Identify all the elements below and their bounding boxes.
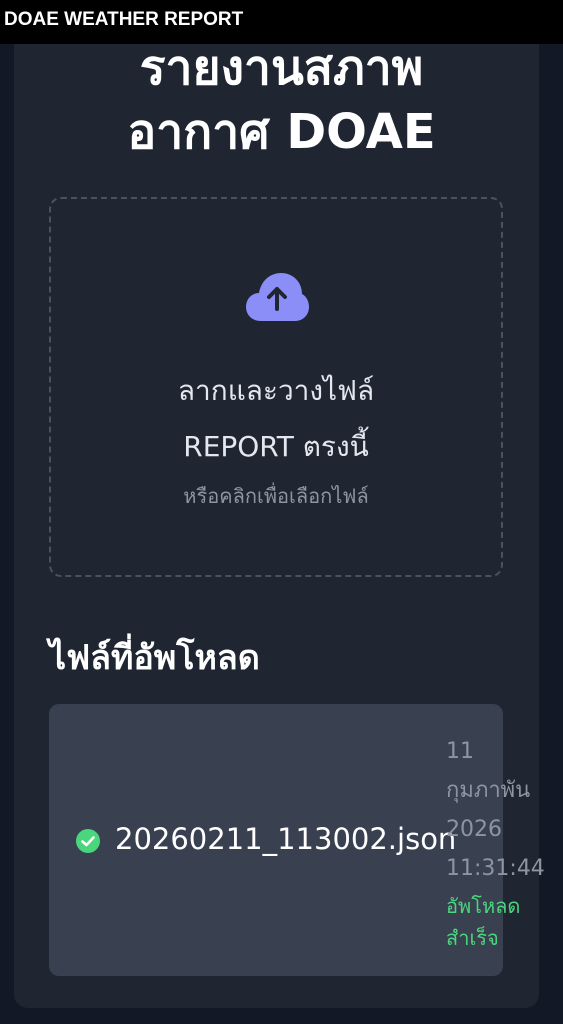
page-title: รายงานสภาพ อากาศ DOAE — [0, 36, 563, 164]
page-title-line-1: รายงานสภาพ — [139, 40, 424, 96]
window-title: DOAE WEATHER REPORT — [4, 9, 244, 30]
page-title-line-2: อากาศ DOAE — [127, 104, 436, 160]
file-dropzone[interactable]: ลากและวางไฟล์ REPORT ตรงนี้ หรือคลิกเพื่… — [49, 197, 503, 577]
file-date-year: 2026 — [446, 817, 502, 842]
file-time: 11:31:44 — [446, 856, 545, 881]
file-date-day: 11 — [446, 739, 474, 764]
dropzone-main-line-1: ลากและวางไฟล์ — [177, 374, 375, 407]
file-upload-datetime: 11 กุมภาพัน 2026 11:31:44 — [446, 732, 563, 888]
window-title-bar: DOAE WEATHER REPORT — [0, 0, 563, 44]
check-circle-icon — [76, 829, 100, 853]
file-date-month: กุมภาพัน — [446, 778, 531, 803]
dropzone-main-line-2: REPORT ตรงนี้ — [183, 430, 369, 463]
upload-status-text: อัพโหลดสำเร็จ — [446, 894, 521, 950]
uploaded-files-heading: ไฟล์ที่อัพโหลด — [49, 638, 260, 678]
file-name: 20260211_113002.json — [115, 822, 457, 856]
dropzone-main-text: ลากและวางไฟล์ REPORT ตรงนี้ — [51, 363, 501, 475]
cloud-upload-icon — [246, 273, 309, 321]
dropzone-sub-text: หรือคลิกเพื่อเลือกไฟล์ — [183, 484, 369, 508]
